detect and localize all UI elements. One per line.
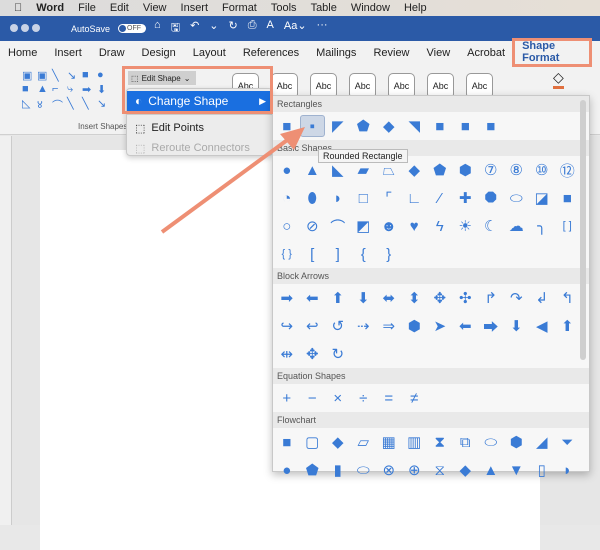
arrow-shaft bbox=[160, 136, 292, 234]
arrow-head bbox=[280, 127, 305, 150]
pointer-arrow bbox=[160, 127, 305, 234]
